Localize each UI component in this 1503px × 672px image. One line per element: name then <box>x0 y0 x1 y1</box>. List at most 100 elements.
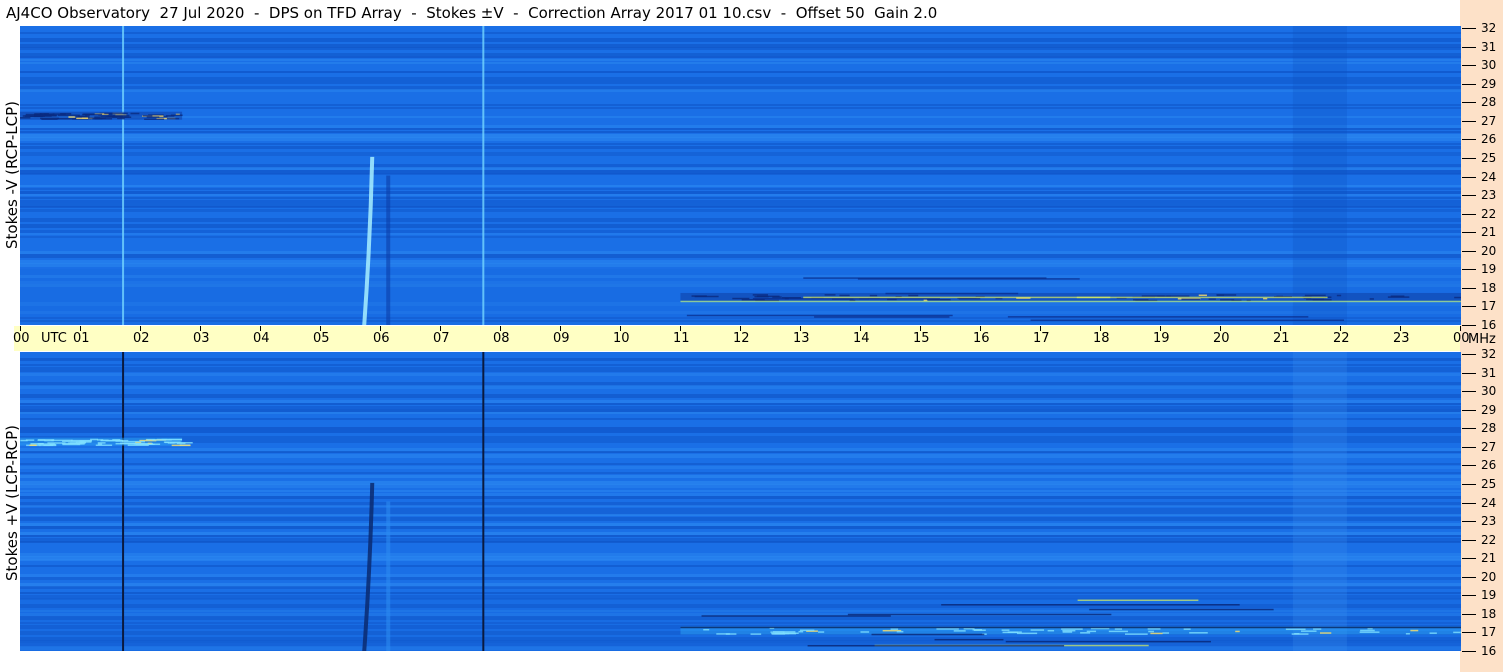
rfi-speck <box>1150 632 1163 635</box>
mhz-tick-mark <box>1462 483 1476 485</box>
spectrogram-band <box>20 209 1461 212</box>
rfi-speck <box>62 443 81 446</box>
mhz-unit-label: MHz <box>1468 332 1496 347</box>
spectrogram-band <box>20 451 1461 453</box>
rfi-speck <box>152 439 172 441</box>
rfi-speck <box>973 629 986 632</box>
mhz-tick-label: 16 <box>1481 318 1497 332</box>
rfi-speck <box>1387 296 1410 298</box>
spectrogram-band <box>20 218 1461 222</box>
mhz-tick-mark <box>1462 409 1476 411</box>
spectrogram-band <box>20 472 1461 474</box>
spectrogram-lower-region <box>20 594 1461 651</box>
rfi-speck <box>1429 632 1437 634</box>
mhz-tick-label: 22 <box>1481 532 1497 547</box>
spectrogram-band <box>20 400 1461 403</box>
rfi-speck <box>799 629 815 632</box>
rfi-speck <box>1062 629 1076 632</box>
utc-tick-label: 19 <box>1153 331 1170 346</box>
spectrogram-band <box>20 526 1461 529</box>
mhz-tick-label: 31 <box>1481 39 1497 54</box>
rfi-line <box>752 297 940 300</box>
spectrogram-band <box>20 200 1461 203</box>
spectrogram-band <box>20 418 1461 420</box>
rfi-line <box>857 278 1080 280</box>
utc-tick-label: 03 <box>193 331 210 346</box>
rfi-line <box>1005 640 1211 643</box>
rfi-speck <box>20 117 31 119</box>
rfi-speck <box>51 439 73 442</box>
mhz-tick-label: 21 <box>1481 225 1497 240</box>
spectrogram-band <box>20 475 1461 478</box>
mhz-tick-label: 30 <box>1481 384 1497 399</box>
spectrogram-band <box>20 206 1461 208</box>
spectrogram-band <box>20 565 1461 567</box>
mhz-tick-mark <box>1462 250 1476 252</box>
spectrogram-band <box>20 370 1461 372</box>
spectrogram-stokes-minus-v <box>20 26 1461 325</box>
rfi-speck <box>30 442 44 445</box>
spectrogram-stripe-region <box>1292 26 1347 325</box>
spectrogram-band <box>20 592 1461 594</box>
mhz-tick-label: 30 <box>1481 58 1497 73</box>
vertical-line <box>122 26 125 325</box>
rfi-speck <box>87 117 106 119</box>
utc-tick-label: 09 <box>553 331 570 346</box>
utc-tick-label: 07 <box>433 331 450 346</box>
mhz-tick-label: 25 <box>1481 150 1497 165</box>
mhz-tick-mark <box>1462 232 1476 234</box>
rfi-speck <box>1216 294 1225 296</box>
title-bar: AJ4CO Observatory 27 Jul 2020 - DPS on T… <box>0 0 1460 26</box>
vertical-line <box>482 26 485 325</box>
mhz-tick-mark <box>1462 287 1476 289</box>
rfi-speck <box>171 444 191 447</box>
spectrogram-band <box>20 251 1461 254</box>
rfi-speck <box>1198 294 1207 297</box>
rfi-speck <box>818 631 825 633</box>
utc-tick-label: 00 <box>13 331 30 346</box>
mhz-tick-mark <box>1462 269 1476 271</box>
spectrogram-band <box>20 403 1461 405</box>
rfi-speck <box>1454 296 1461 299</box>
rfi-line <box>807 644 1065 647</box>
mhz-tick-mark <box>1462 354 1476 355</box>
rfi-speck <box>170 114 183 117</box>
rfi-line <box>1077 599 1199 602</box>
mhz-tick-label: 32 <box>1481 21 1497 35</box>
spectrogram-band <box>20 167 1461 170</box>
spectrogram-band <box>20 514 1461 516</box>
rfi-speck <box>1319 632 1332 634</box>
rfi-line <box>1030 319 1344 321</box>
mhz-tick-label: 32 <box>1481 347 1497 361</box>
mhz-tick-label: 29 <box>1481 76 1497 91</box>
rfi-speck <box>1133 299 1149 301</box>
burst-echo <box>386 501 391 651</box>
mhz-tick-mark <box>1462 595 1476 597</box>
rfi-speck <box>860 631 870 633</box>
mhz-tick-label: 19 <box>1481 262 1497 277</box>
rfi-speck <box>90 438 98 441</box>
spectrogram-band <box>20 173 1461 175</box>
spectrogram-band <box>20 505 1461 507</box>
spectrogram-band <box>20 364 1461 366</box>
bottom-panel-label: Stokes +V (LCP-RCP) <box>3 425 21 581</box>
rfi-speck <box>142 115 153 117</box>
spectrogram-band <box>20 430 1461 433</box>
vertical-line <box>482 352 485 651</box>
rfi-speck <box>82 113 103 116</box>
utc-tick-label: 12 <box>733 331 750 346</box>
rfi-speck <box>44 439 54 442</box>
mhz-tick-mark <box>1462 46 1476 48</box>
spectrogram-band <box>20 230 1461 233</box>
spectrogram-band <box>20 463 1461 465</box>
mhz-tick-mark <box>1462 428 1476 430</box>
rfi-speck <box>68 116 76 118</box>
spectrogram-band <box>20 62 1461 64</box>
mhz-tick-mark <box>1462 306 1476 308</box>
rfi-speck <box>1061 628 1083 630</box>
mhz-tick-mark <box>1462 195 1476 197</box>
utc-tick-label: 04 <box>253 331 270 346</box>
utc-tick-label: 20 <box>1213 331 1230 346</box>
rfi-speck <box>1189 632 1208 634</box>
spectrogram-band <box>20 535 1461 537</box>
